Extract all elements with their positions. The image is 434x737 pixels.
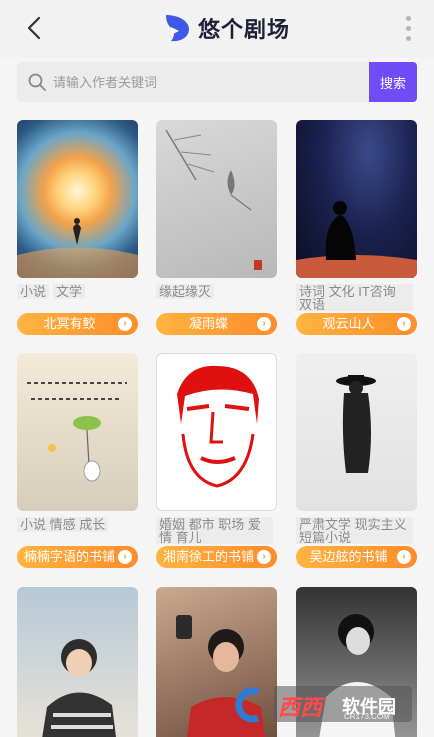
cover-image[interactable] (156, 120, 277, 278)
author-name: 湘南徐工的书铺 (162, 549, 254, 564)
author-card[interactable]: 小说 情感 成长 楠楠字语的书铺 › (17, 353, 138, 568)
author-chip[interactable]: 北冥有鲛 › (17, 313, 138, 335)
search-bar: 搜索 (17, 62, 417, 102)
author-chip[interactable]: 楠楠字语的书铺 › (17, 546, 138, 568)
watermark-text: 西西 (278, 695, 323, 720)
watermark-logo: 西西 软件园 CR173.COM (234, 684, 414, 724)
tag-list: 小说 文学 (17, 284, 138, 311)
author-name: 观云山人 (322, 316, 375, 331)
cover-image[interactable] (296, 120, 417, 278)
chevron-right-icon: › (397, 550, 411, 564)
tag-list: 小说 情感 成长 (17, 517, 138, 544)
app-logo-icon (166, 15, 189, 42)
tag: 小说 情感 成长 (17, 517, 109, 532)
cover-image[interactable] (17, 587, 138, 737)
author-chip[interactable]: 湘南徐工的书铺 › (156, 546, 277, 568)
cover-image[interactable] (156, 353, 277, 511)
tag: 婚姻 都市 职场 爱情 育儿 (156, 517, 273, 544)
more-vertical-icon[interactable] (406, 16, 412, 42)
chevron-right-icon: › (257, 317, 271, 331)
cover-image[interactable] (17, 353, 138, 511)
author-name: 凝雨蝶 (188, 316, 228, 331)
cover-image[interactable] (296, 353, 417, 511)
author-card[interactable]: 缘起缘灭 凝雨蝶 › (156, 120, 277, 335)
watermark-url: CR173.COM (344, 712, 390, 721)
tag-list: 诗词 文化 IT咨询 双语 (296, 284, 417, 311)
app-brand: 悠个剧场 (162, 11, 290, 45)
author-chip[interactable]: 观云山人 › (296, 313, 417, 335)
search-button[interactable]: 搜索 (369, 62, 417, 102)
tag: 诗词 文化 IT咨询 双语 (296, 284, 413, 311)
author-card[interactable]: 婚姻 都市 职场 爱情 育儿 湘南徐工的书铺 › (156, 353, 277, 568)
search-icon (28, 73, 46, 91)
chevron-right-icon: › (257, 550, 271, 564)
chevron-left-icon[interactable] (22, 15, 48, 41)
cover-image[interactable] (17, 120, 138, 278)
author-card[interactable] (17, 587, 138, 737)
search-input[interactable] (53, 68, 373, 96)
chevron-right-icon: › (118, 317, 132, 331)
tag-list: 缘起缘灭 (156, 284, 277, 311)
chevron-right-icon: › (118, 550, 132, 564)
author-card[interactable]: 诗词 文化 IT咨询 双语 观云山人 › (296, 120, 417, 335)
author-name: 北冥有鲛 (43, 316, 96, 331)
author-card[interactable]: 小说 文学 北冥有鲛 › (17, 120, 138, 335)
app-title: 悠个剧场 (198, 17, 291, 42)
tag: 小说 (17, 284, 50, 299)
top-bar: 悠个剧场 (0, 0, 434, 58)
author-name: 吴边舷的书铺 (309, 549, 388, 564)
tag-list: 婚姻 都市 职场 爱情 育儿 (156, 517, 277, 544)
tag: 文学 (53, 284, 86, 299)
author-name: 楠楠字语的书铺 (23, 549, 115, 564)
author-card[interactable]: 严肃文学 现实主义 短篇小说 吴边舷的书铺 › (296, 353, 417, 568)
author-chip[interactable]: 凝雨蝶 › (156, 313, 277, 335)
chevron-right-icon: › (397, 317, 411, 331)
author-chip[interactable]: 吴边舷的书铺 › (296, 546, 417, 568)
tag: 严肃文学 现实主义 短篇小说 (296, 517, 413, 544)
tag-list: 严肃文学 现实主义 短篇小说 (296, 517, 417, 544)
tag: 缘起缘灭 (156, 284, 215, 299)
